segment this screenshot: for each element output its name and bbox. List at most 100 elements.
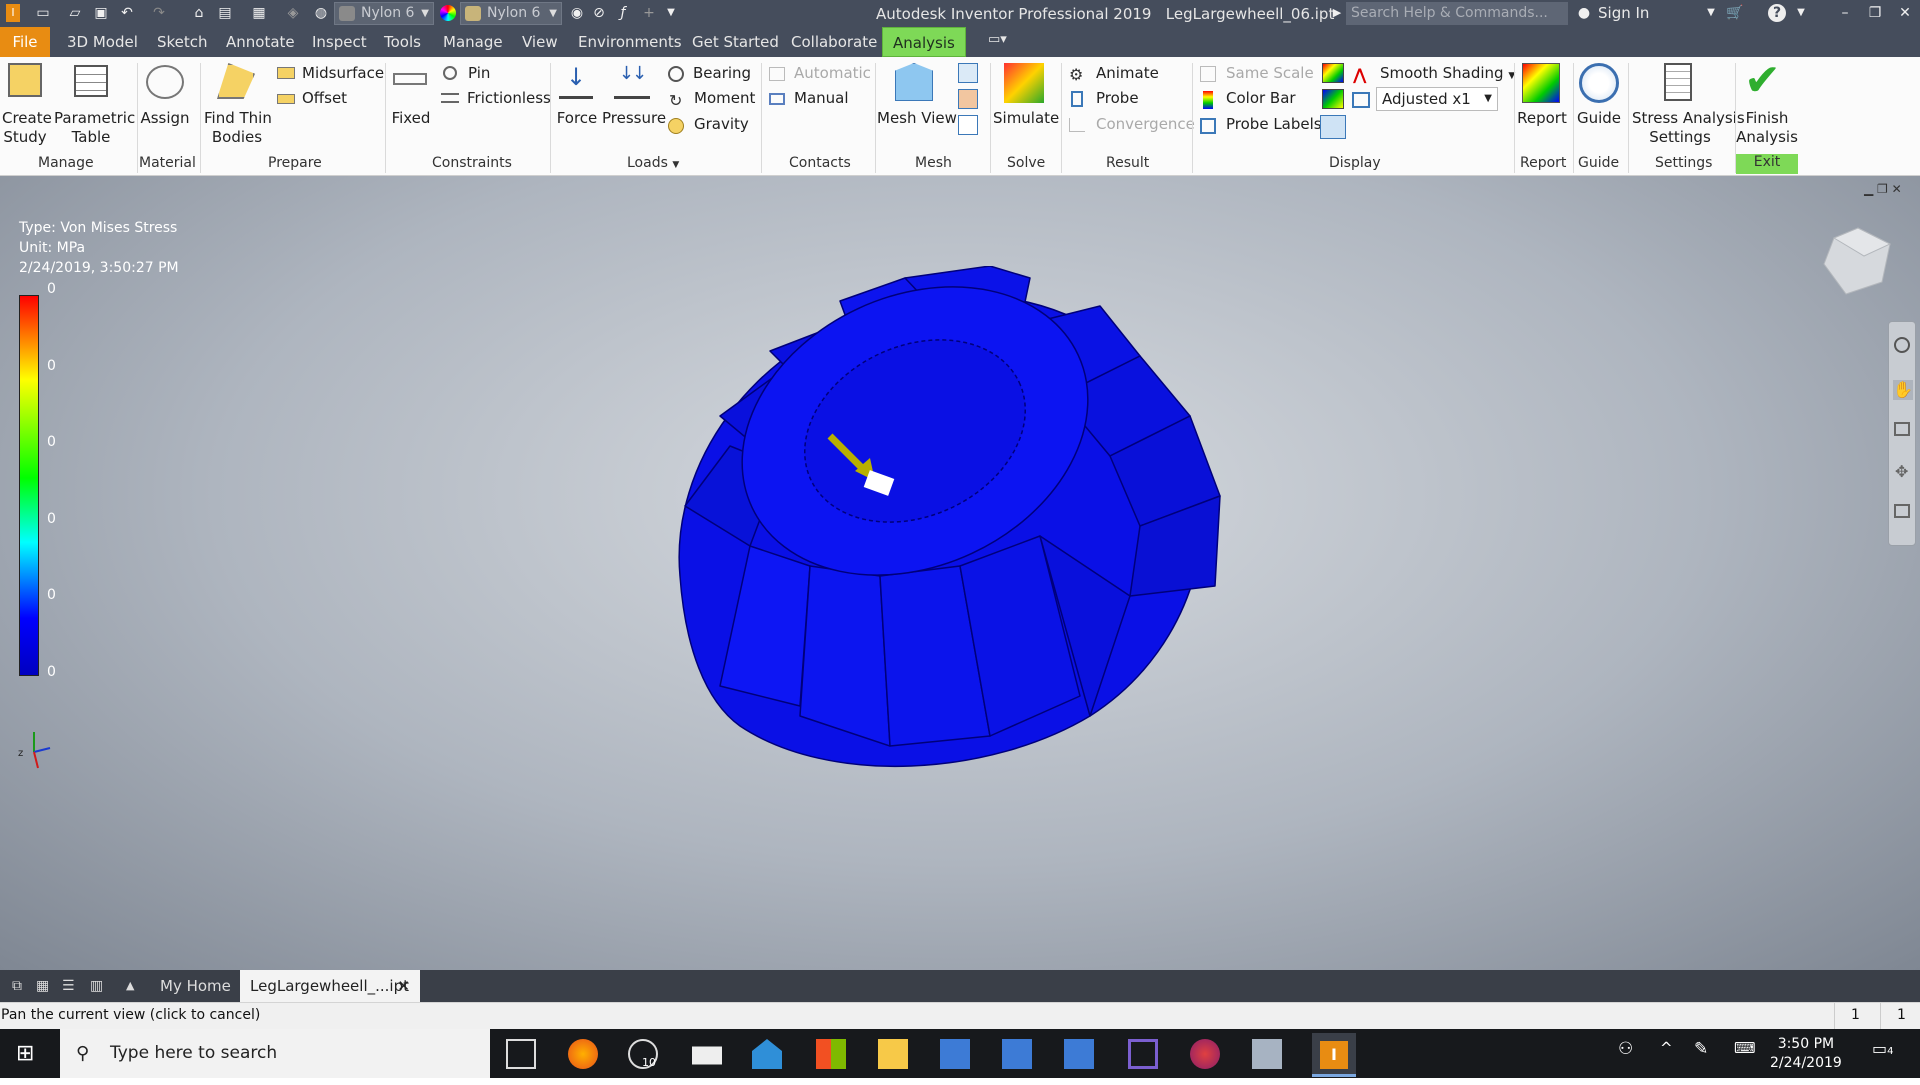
- viewcube[interactable]: [1818, 224, 1898, 304]
- smooth-shading-dropdown[interactable]: Smooth Shading ▼: [1380, 64, 1515, 82]
- frictionless-button[interactable]: Frictionless: [467, 89, 551, 107]
- tab-sketch[interactable]: Sketch: [157, 33, 208, 51]
- python-app-icon[interactable]: [940, 1039, 970, 1069]
- fixed-button[interactable]: Fixed: [390, 109, 432, 128]
- tab-tools[interactable]: Tools: [384, 33, 421, 51]
- tab-3d-model[interactable]: 3D Model: [67, 33, 138, 51]
- help-search-input[interactable]: Search Help & Commands...: [1346, 2, 1568, 25]
- minimize-icon[interactable]: –: [1836, 4, 1854, 22]
- tab-file[interactable]: File: [0, 27, 50, 57]
- color-bar-button[interactable]: Color Bar: [1226, 89, 1296, 107]
- store-icon[interactable]: [816, 1039, 846, 1069]
- material-dropdown[interactable]: Nylon 6 ▼: [334, 2, 434, 25]
- pen-icon[interactable]: ✎: [1694, 1039, 1724, 1069]
- gravity-button[interactable]: Gravity: [694, 115, 749, 133]
- inventor-taskbar-icon[interactable]: I: [1312, 1033, 1356, 1077]
- create-study-button[interactable]: Create Study: [2, 109, 52, 147]
- zoom-icon[interactable]: [1894, 422, 1910, 436]
- tab-collaborate[interactable]: Collaborate: [791, 33, 877, 51]
- python-app-2-icon[interactable]: [1002, 1039, 1032, 1069]
- tab-environments[interactable]: Environments: [578, 33, 682, 51]
- fx-icon[interactable]: ƒ: [614, 4, 632, 22]
- offset-button[interactable]: Offset: [302, 89, 347, 107]
- tab-inspect[interactable]: Inspect: [312, 33, 367, 51]
- app-icon[interactable]: [1252, 1039, 1282, 1069]
- probe-button[interactable]: Probe: [1096, 89, 1139, 107]
- stress-color-bar[interactable]: [19, 295, 39, 676]
- inventor-logo-icon[interactable]: I: [6, 4, 20, 22]
- home-icon[interactable]: ⌂: [190, 4, 208, 22]
- clear-icon[interactable]: ⊘: [590, 4, 608, 22]
- app-icon[interactable]: [1190, 1039, 1220, 1069]
- convergence-button[interactable]: Convergence: [1096, 115, 1195, 133]
- tile-columns-icon[interactable]: ▥: [80, 970, 113, 1002]
- tab-document-file[interactable]: LegLargewheell_...ipt ✕: [240, 970, 420, 1002]
- python-app-3-icon[interactable]: [1064, 1039, 1094, 1069]
- simulate-button[interactable]: Simulate: [993, 109, 1059, 128]
- close-icon[interactable]: ✕: [1896, 4, 1914, 22]
- tab-analysis[interactable]: Analysis: [882, 27, 966, 57]
- task-view-icon[interactable]: [506, 1039, 536, 1069]
- file-explorer-icon[interactable]: [878, 1039, 908, 1069]
- user-icon[interactable]: ●: [1575, 4, 1593, 22]
- same-scale-button[interactable]: Same Scale: [1226, 64, 1314, 82]
- system-clock[interactable]: 3:50 PM 2/24/2019: [1770, 1035, 1842, 1073]
- adjust-icon[interactable]: ◉: [568, 4, 586, 22]
- force-button[interactable]: Force: [555, 109, 599, 128]
- mail-icon[interactable]: [692, 1046, 722, 1065]
- guide-button[interactable]: Guide: [1576, 109, 1622, 128]
- tab-my-home[interactable]: My Home: [150, 970, 241, 1002]
- automatic-button[interactable]: Automatic: [794, 64, 871, 82]
- new-file-icon[interactable]: ▭: [34, 4, 52, 22]
- midsurface-button[interactable]: Midsurface: [302, 64, 384, 82]
- restore-icon[interactable]: ❐: [1866, 4, 1884, 22]
- look-at-icon[interactable]: [1894, 504, 1910, 518]
- customize-icon[interactable]: ▼: [662, 4, 680, 22]
- print-icon[interactable]: ▤: [216, 4, 234, 22]
- chevron-down-icon[interactable]: ▼: [1702, 4, 1720, 22]
- panel-options-icon[interactable]: ▭▾: [988, 32, 1007, 47]
- stress-analysis-settings-button[interactable]: Stress Analysis Settings: [1632, 109, 1745, 147]
- viewport-window-controls[interactable]: ▁ ❐ ✕: [1864, 182, 1902, 196]
- tab-get-started[interactable]: Get Started: [692, 33, 779, 51]
- timer-app-icon[interactable]: 10: [628, 1039, 658, 1069]
- windows-start-icon[interactable]: ⊞: [16, 1039, 46, 1069]
- pan-hand-icon[interactable]: ✋: [1893, 380, 1913, 400]
- measure-icon[interactable]: ◈: [284, 4, 302, 22]
- tab-view[interactable]: View: [522, 33, 558, 51]
- save-icon[interactable]: ▣: [92, 4, 110, 22]
- redo-icon[interactable]: ↷: [150, 4, 168, 22]
- select-filter-icon[interactable]: ▦: [250, 4, 268, 22]
- displacement-scale-select[interactable]: Adjusted x1 ▼: [1376, 87, 1498, 111]
- notifications-icon[interactable]: ▭4: [1872, 1039, 1902, 1069]
- tab-annotate[interactable]: Annotate: [226, 33, 295, 51]
- sign-in-link[interactable]: Sign In: [1598, 4, 1649, 22]
- plus-icon[interactable]: +: [640, 4, 658, 22]
- wheel-model[interactable]: [660, 266, 1310, 786]
- keyboard-icon[interactable]: ⌨: [1734, 1039, 1764, 1069]
- play-icon[interactable]: ▶: [1328, 4, 1346, 22]
- people-icon[interactable]: ⚇: [1618, 1039, 1648, 1069]
- animate-button[interactable]: Animate: [1096, 64, 1159, 82]
- close-tab-icon[interactable]: ✕: [397, 970, 410, 1002]
- tab-manage[interactable]: Manage: [443, 33, 503, 51]
- open-icon[interactable]: ▱: [66, 4, 84, 22]
- firefox-icon[interactable]: [568, 1039, 598, 1069]
- show-hidden-icons-icon[interactable]: ^: [1660, 1039, 1690, 1069]
- cart-icon[interactable]: 🛒: [1726, 4, 1744, 22]
- help-icon[interactable]: ?: [1768, 4, 1786, 22]
- group-label-loads[interactable]: Loads ▼: [627, 155, 679, 171]
- mesh-settings-icon[interactable]: [958, 63, 978, 83]
- chevron-down-icon[interactable]: ▼: [1792, 4, 1810, 22]
- manual-button[interactable]: Manual: [794, 89, 849, 107]
- mesh-view-button[interactable]: Mesh View: [877, 109, 957, 128]
- displacement-display-icon[interactable]: [1320, 115, 1346, 139]
- undo-icon[interactable]: ↶: [118, 4, 136, 22]
- home-app-icon[interactable]: [752, 1039, 782, 1069]
- steering-wheel-icon[interactable]: [1894, 337, 1910, 353]
- bearing-button[interactable]: Bearing: [693, 64, 751, 82]
- shaded-display-icon[interactable]: [1322, 63, 1344, 83]
- find-thin-bodies-button[interactable]: Find Thin Bodies: [204, 109, 272, 147]
- moment-button[interactable]: Moment: [694, 89, 755, 107]
- pin-button[interactable]: Pin: [468, 64, 490, 82]
